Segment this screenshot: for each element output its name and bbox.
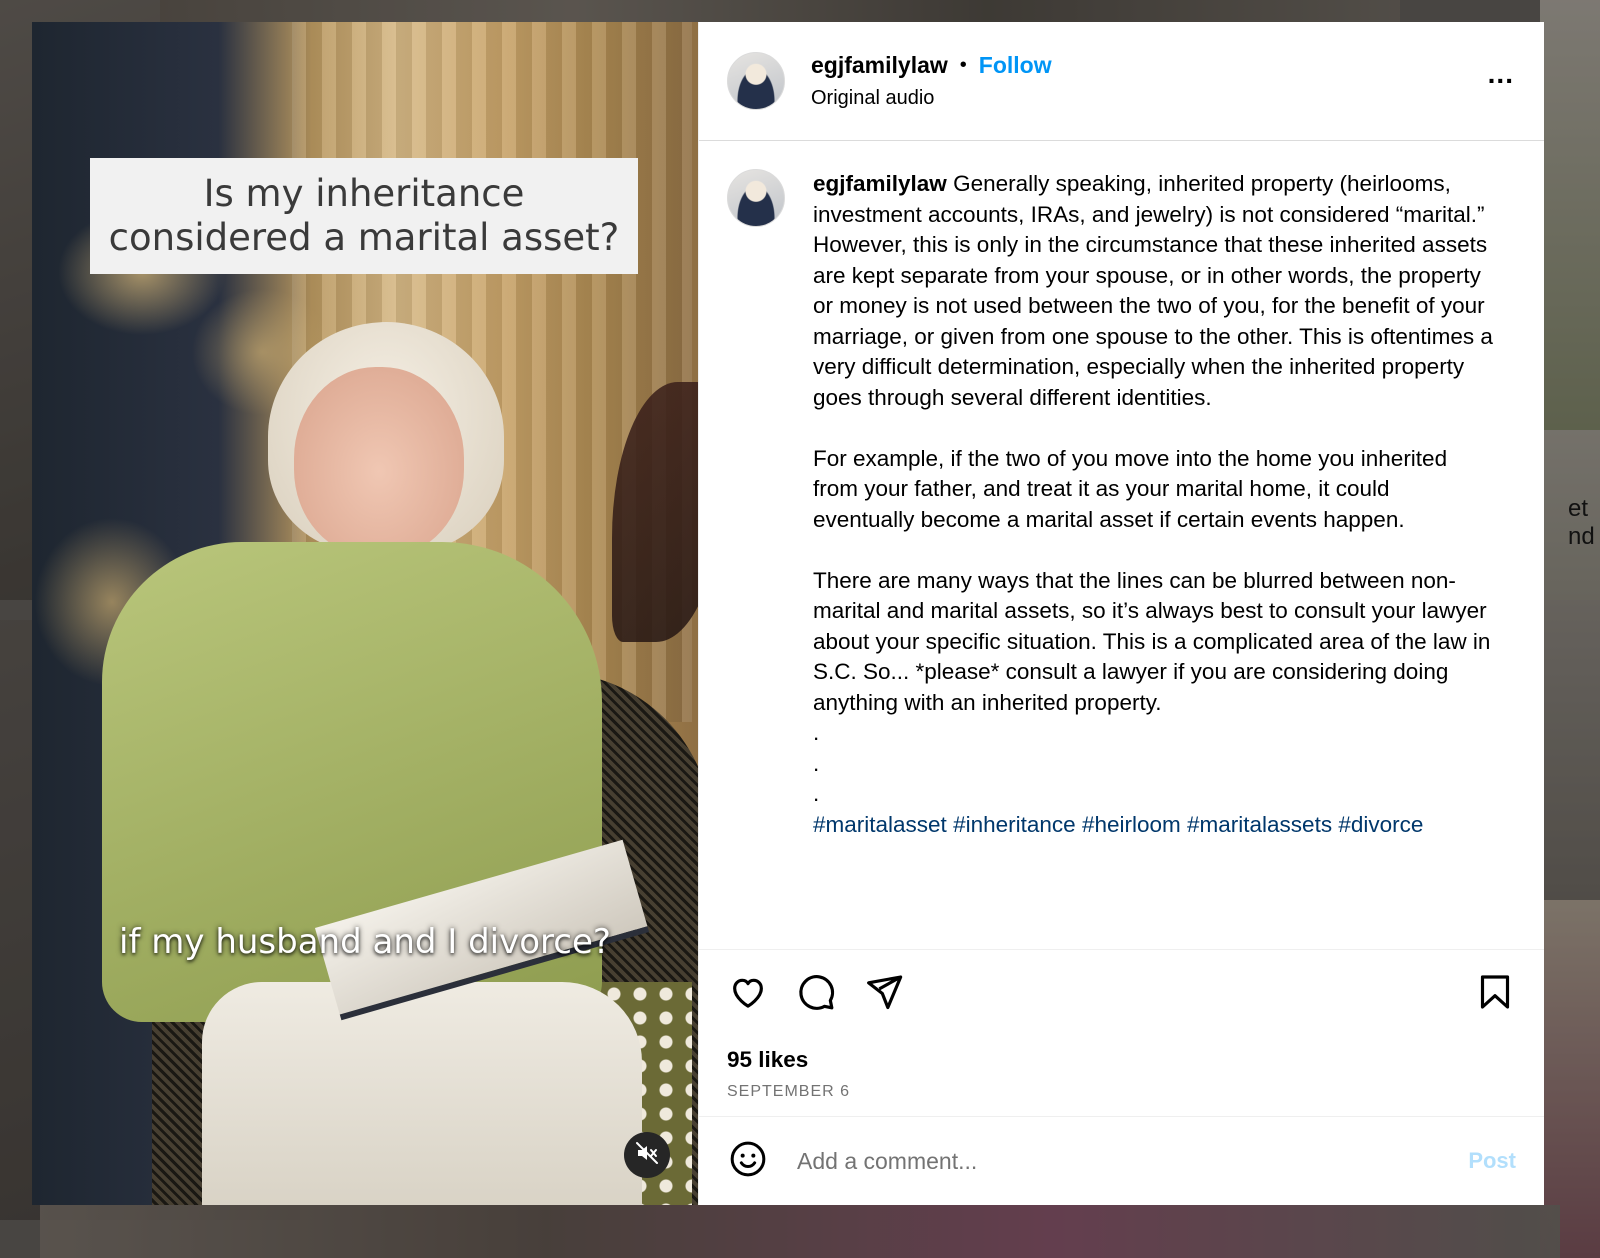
share-icon [864, 972, 904, 1017]
speaker-muted-icon [635, 1141, 659, 1170]
bookmark-icon [1475, 972, 1515, 1017]
action-bar [699, 949, 1544, 1039]
share-button[interactable] [863, 974, 905, 1016]
username-link[interactable]: egjfamilylaw [811, 52, 948, 79]
mute-button[interactable] [624, 1132, 670, 1178]
post-stats: 95 likes SEPTEMBER 6 [699, 1039, 1544, 1117]
hashtag-link[interactable]: #inheritance [953, 812, 1076, 837]
caption-scroll-area[interactable]: egjfamilylaw Generally speaking, inherit… [699, 141, 1544, 949]
comment-composer: Post [699, 1117, 1544, 1205]
heart-icon [728, 972, 768, 1017]
header-text: egjfamilylaw • Follow Original audio [811, 52, 1488, 110]
video-subtitle: if my husband and I divorce? [119, 922, 611, 962]
comment-input[interactable] [795, 1146, 1469, 1176]
post-modal: Is my inheritance considered a marital a… [32, 22, 1544, 1205]
audio-link[interactable]: Original audio [811, 87, 1488, 110]
hashtag-link[interactable]: #heirloom [1082, 812, 1181, 837]
video-scene-person-pants [202, 982, 642, 1205]
like-button[interactable] [727, 974, 769, 1016]
more-options-button[interactable]: ... [1488, 60, 1514, 93]
header-row: egjfamilylaw • Follow [811, 52, 1488, 79]
hashtag-link[interactable]: #maritalasset [813, 812, 947, 837]
comment-button[interactable] [795, 974, 837, 1016]
post-header: egjfamilylaw • Follow Original audio ... [699, 22, 1544, 141]
caption-username-link[interactable]: egjfamilylaw [813, 171, 947, 196]
hashtag-link[interactable]: #maritalassets [1187, 812, 1332, 837]
likes-count[interactable]: 95 likes [727, 1047, 1516, 1073]
video-overlay-title: Is my inheritance considered a marital a… [90, 158, 638, 274]
caption-text: Generally speaking, inherited property (… [813, 171, 1493, 806]
emoji-button[interactable] [727, 1140, 769, 1182]
post-side-panel: egjfamilylaw • Follow Original audio ...… [698, 22, 1544, 1205]
follow-button[interactable]: Follow [979, 52, 1052, 79]
save-button[interactable] [1474, 974, 1516, 1016]
hashtag-link[interactable]: #divorce [1338, 812, 1423, 837]
post-caption: egjfamilylaw Generally speaking, inherit… [813, 169, 1495, 949]
post-comment-button[interactable]: Post [1468, 1148, 1516, 1174]
separator-dot: • [959, 54, 967, 76]
caption-avatar[interactable] [727, 169, 785, 227]
comment-icon [796, 972, 836, 1017]
more-options-icon: ... [1487, 58, 1514, 89]
background-peek-text: et nd [1568, 495, 1595, 550]
post-date[interactable]: SEPTEMBER 6 [727, 1083, 1516, 1101]
avatar[interactable] [727, 52, 785, 110]
reel-video[interactable]: Is my inheritance considered a marital a… [32, 22, 698, 1205]
hashtag-list: #maritalasset #inheritance #heirloom #ma… [813, 812, 1423, 837]
video-scene-person-face [294, 367, 464, 557]
emoji-icon [728, 1139, 768, 1184]
